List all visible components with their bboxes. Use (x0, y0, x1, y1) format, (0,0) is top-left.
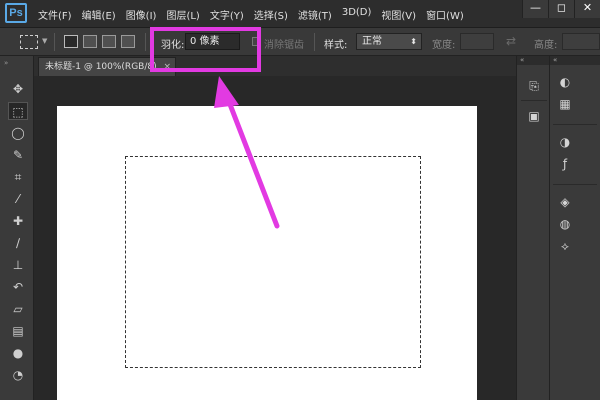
restore-button[interactable]: ◻ (548, 0, 574, 18)
divider (54, 33, 55, 51)
menu-select[interactable]: 选择(S) (254, 7, 288, 22)
minimize-button[interactable]: — (522, 0, 548, 18)
document-tab-bar: 未标题-1 @ 100%(RGB/8) × (34, 56, 516, 76)
swatches-panel-icon[interactable]: ▦ (556, 96, 574, 112)
width-label: 宽度: (432, 40, 456, 51)
layers-panel-icon[interactable]: ◈ (556, 194, 574, 210)
swap-icon[interactable]: ⇄ (506, 34, 516, 48)
blur-icon[interactable]: ● (8, 344, 28, 362)
style-label: 样式: (324, 40, 348, 51)
style-select[interactable]: 正常 ⬍ (356, 33, 422, 50)
divider (553, 184, 597, 185)
dock-collapse-icon[interactable]: « (517, 56, 549, 65)
style-select-value: 正常 (362, 36, 382, 47)
menu-image[interactable]: 图像(I) (126, 7, 157, 22)
dock-expand-icon[interactable]: « (550, 56, 600, 65)
height-label: 高度: (534, 40, 558, 51)
collapsed-panel-dock: « ⎘ ▣ (516, 56, 550, 400)
divider (145, 33, 146, 51)
properties-panel-icon[interactable]: ▣ (525, 108, 543, 124)
options-bar: ▼ 羽化: 0 像素 消除锯齿 样式: 正常 ⬍ 宽度: ⇄ 高度: (0, 28, 600, 56)
panel-collapse-icon[interactable]: » (4, 59, 8, 67)
spot-healing-icon[interactable]: ✚ (8, 212, 28, 230)
gradient-icon[interactable]: ▤ (8, 322, 28, 340)
rectangular-selection (125, 156, 421, 368)
photoshop-logo: Ps (5, 3, 27, 23)
divider (553, 124, 597, 125)
divider (314, 33, 315, 51)
document-tab-title: 未标题-1 @ 100%(RGB/8) (45, 62, 157, 72)
divider (521, 100, 547, 101)
menu-filter[interactable]: 滤镜(T) (298, 7, 332, 22)
preset-arrow-icon[interactable]: ▼ (42, 37, 47, 45)
eraser-icon[interactable]: ▱ (8, 300, 28, 318)
eyedropper-icon[interactable]: ⁄ (8, 190, 28, 208)
chevron-down-icon: ⬍ (410, 37, 417, 46)
menu-window[interactable]: 窗口(W) (426, 7, 464, 22)
channels-panel-icon[interactable]: ◍ (556, 216, 574, 232)
color-panel-icon[interactable]: ◐ (556, 74, 574, 90)
height-input[interactable] (562, 33, 600, 50)
menu-items: 文件(F) 编辑(E) 图像(I) 图层(L) 文字(Y) 选择(S) 滤镜(T… (38, 7, 474, 22)
move-icon[interactable]: ✥ (8, 80, 28, 98)
add-to-selection-button[interactable] (83, 35, 97, 48)
adjustments-panel-icon[interactable]: ◑ (556, 134, 574, 150)
menu-view[interactable]: 视图(V) (381, 7, 416, 22)
menu-type[interactable]: 文字(Y) (210, 7, 244, 22)
menu-3d[interactable]: 3D(D) (342, 7, 372, 22)
menu-edit[interactable]: 编辑(E) (82, 7, 116, 22)
quick-selection-icon[interactable]: ✎ (8, 146, 28, 164)
panel-dock: « ◐ ▦ ◑ ƒ ◈ ◍ ⟡ (550, 56, 600, 400)
history-panel-icon[interactable]: ⎘ (525, 78, 543, 94)
feather-highlight-box (150, 27, 261, 72)
tools-panel: » ✥ ⬚ ◯ ✎ ⌗ ⁄ ✚ ∕ ⊥ ↶ ▱ ▤ ● ◔ (0, 56, 34, 400)
subtract-from-selection-button[interactable] (102, 35, 116, 48)
tool-preset-picker[interactable] (20, 35, 38, 49)
antialias-label: 消除锯齿 (264, 40, 304, 51)
window-controls: — ◻ ✕ (522, 0, 600, 18)
rectangular-marquee-icon[interactable]: ⬚ (8, 102, 28, 120)
styles-panel-icon[interactable]: ƒ (556, 156, 574, 172)
menu-layer[interactable]: 图层(L) (166, 7, 199, 22)
width-input[interactable] (460, 33, 494, 50)
close-button[interactable]: ✕ (574, 0, 600, 18)
lasso-icon[interactable]: ◯ (8, 124, 28, 142)
crop-icon[interactable]: ⌗ (8, 168, 28, 186)
brush-icon[interactable]: ∕ (8, 234, 28, 252)
history-brush-icon[interactable]: ↶ (8, 278, 28, 296)
intersect-selection-button[interactable] (121, 35, 135, 48)
paths-panel-icon[interactable]: ⟡ (556, 238, 574, 254)
new-selection-button[interactable] (64, 35, 78, 48)
clone-stamp-icon[interactable]: ⊥ (8, 256, 28, 274)
dodge-icon[interactable]: ◔ (8, 366, 28, 384)
menu-bar: Ps 文件(F) 编辑(E) 图像(I) 图层(L) 文字(Y) 选择(S) 滤… (0, 0, 600, 28)
menu-file[interactable]: 文件(F) (38, 7, 72, 22)
